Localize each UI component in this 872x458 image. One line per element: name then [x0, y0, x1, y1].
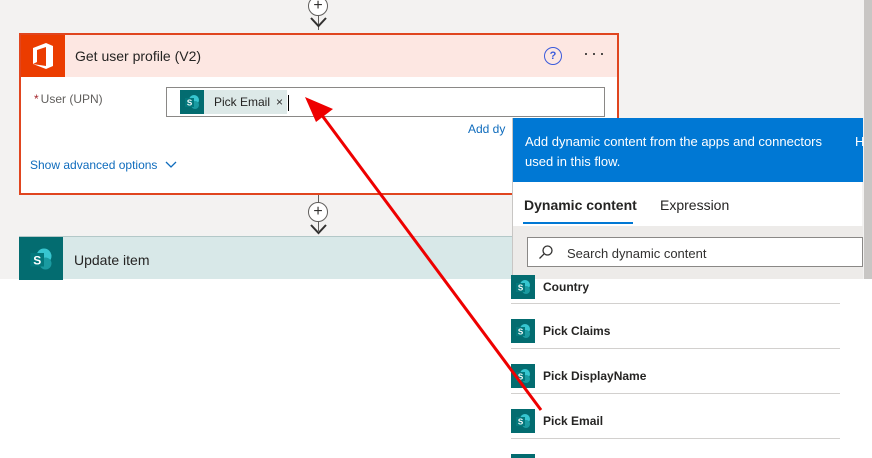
text-caret — [288, 95, 289, 111]
list-item[interactable]: S Pick DisplayName — [511, 349, 840, 394]
panel-tabs: Dynamic content Expression — [513, 182, 863, 226]
search-icon — [539, 245, 553, 259]
list-item[interactable]: S Pick Claims — [511, 304, 840, 349]
tab-dynamic-content[interactable]: Dynamic content — [524, 197, 637, 213]
active-tab-indicator — [523, 222, 633, 224]
add-step-button-middle[interactable]: + — [308, 202, 328, 222]
sharepoint-icon — [511, 454, 535, 458]
sharepoint-icon: S — [180, 90, 204, 114]
dynamic-content-list: S Country S Pick Claims S Pick DisplayNa… — [511, 275, 840, 458]
canvas-scrollbar[interactable] — [864, 0, 872, 279]
update-item-card[interactable]: S Update item — [19, 236, 514, 280]
token-label: Pick Email — [214, 95, 271, 109]
upn-input[interactable]: S Pick Email × — [166, 87, 605, 117]
card-title: Update item — [74, 252, 150, 268]
sharepoint-icon: S — [19, 237, 63, 280]
search-placeholder: Search dynamic content — [567, 246, 707, 261]
tab-expression[interactable]: Expression — [660, 197, 729, 213]
panel-banner: Add dynamic content from the apps and co… — [513, 118, 864, 182]
sharepoint-icon: S — [511, 319, 535, 343]
svg-text:S: S — [518, 418, 524, 427]
upn-label-text: User (UPN) — [40, 92, 103, 106]
help-icon[interactable]: ? — [544, 47, 562, 65]
list-item-label: Pick DisplayName — [543, 369, 647, 383]
search-area: Search dynamic content — [513, 226, 863, 279]
list-item-label: Pick Claims — [543, 324, 611, 338]
svg-text:S: S — [518, 373, 524, 382]
svg-text:S: S — [187, 99, 193, 108]
token-remove-icon[interactable]: × — [276, 95, 283, 109]
search-input[interactable]: Search dynamic content — [527, 237, 863, 267]
more-options-icon[interactable]: ··· — [583, 43, 607, 64]
list-item[interactable]: S Pick Email — [511, 394, 840, 439]
show-advanced-options-link[interactable]: Show advanced options — [30, 158, 177, 172]
svg-text:S: S — [518, 328, 524, 337]
dynamic-content-panel: Add dynamic content from the apps and co… — [512, 118, 864, 279]
plus-icon: + — [313, 0, 323, 14]
svg-text:S: S — [518, 284, 524, 293]
list-item-label: Pick Email — [543, 414, 604, 428]
banner-text: Add dynamic content from the apps and co… — [525, 134, 823, 169]
card-title: Get user profile (V2) — [75, 48, 202, 64]
card-header[interactable]: Get user profile (V2) ? ··· — [21, 35, 617, 77]
sharepoint-icon: S — [511, 275, 535, 299]
list-item-partial — [511, 439, 840, 458]
svg-text:S: S — [33, 253, 41, 267]
sharepoint-icon: S — [511, 364, 535, 388]
chevron-down-icon — [165, 161, 177, 168]
list-item-label: Country — [543, 280, 589, 294]
dynamic-token-pick-email[interactable]: S Pick Email × — [180, 90, 287, 114]
hide-panel-link[interactable]: H — [855, 134, 864, 149]
add-dynamic-content-link[interactable]: Add dy — [468, 122, 505, 136]
office-icon — [21, 35, 65, 77]
plus-icon: + — [313, 203, 323, 220]
upn-field-label: * User (UPN) — [34, 92, 103, 106]
advanced-options-label: Show advanced options — [30, 158, 158, 172]
required-marker: * — [34, 92, 39, 106]
list-item[interactable]: S Country — [511, 275, 840, 304]
sharepoint-icon: S — [511, 409, 535, 433]
